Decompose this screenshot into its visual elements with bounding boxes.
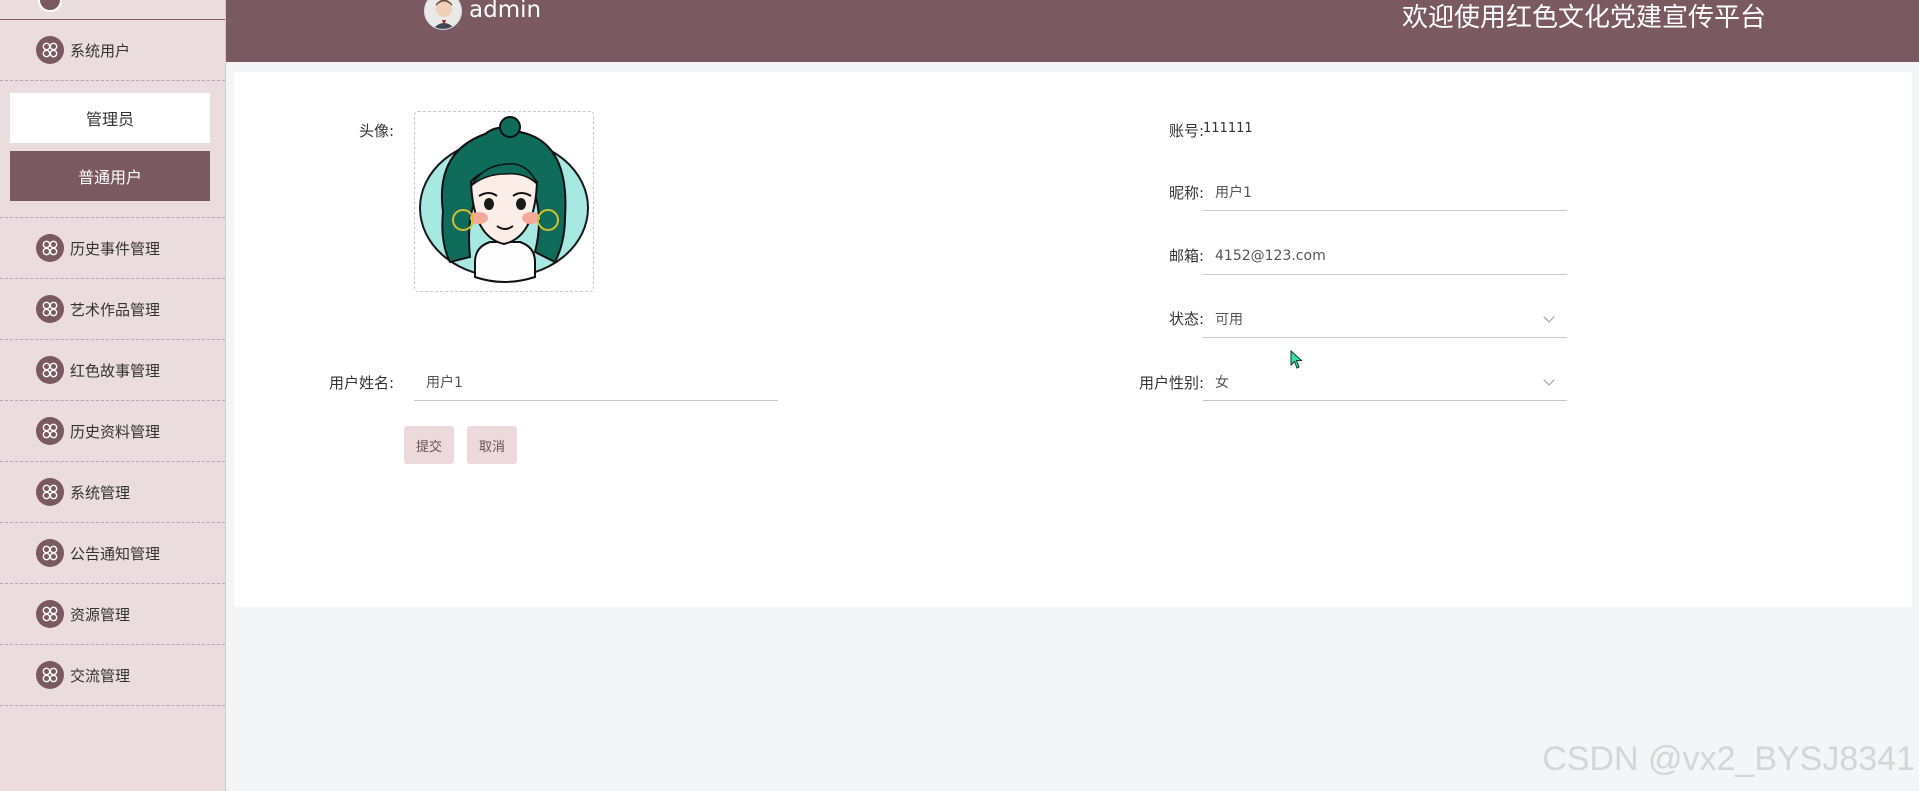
grid-icon [36,600,64,628]
sidebar-subitem-normal-user[interactable]: 普通用户 [10,151,210,201]
sidebar-item-label: 交流管理 [70,666,131,685]
account-label-row: 账号: [1140,120,1204,141]
sidebar-top-edge [0,0,225,20]
sidebar-item-history-events[interactable]: 历史事件管理 [0,218,225,279]
username[interactable]: admin [469,0,541,23]
nickname-value: 用户1 [1215,184,1252,201]
sidebar-item-system-users[interactable]: 系统用户 [0,20,225,81]
sidebar-item-label: 系统管理 [70,483,131,502]
sidebar-item-label: 资源管理 [70,605,131,624]
avatar-label: 头像: [358,122,394,140]
sidebar-item-announcements[interactable]: 公告通知管理 [0,523,225,584]
email-label-row: 邮箱: [1140,245,1204,266]
grid-icon [36,661,64,689]
realname-input[interactable]: 用户1 [414,363,778,401]
grid-icon [36,295,64,323]
email-label: 邮箱: [1168,247,1204,265]
grid-icon [36,539,64,567]
sidebar-item-history-materials[interactable]: 历史资料管理 [0,401,225,462]
status-label-row: 状态: [1140,308,1204,329]
grid-icon [36,36,64,64]
sidebar-item-label: 历史资料管理 [70,422,161,441]
nickname-label: 昵称: [1168,184,1204,202]
gender-row: 女 [1203,363,1567,401]
sidebar-submenu: 管理员 普通用户 [0,81,225,218]
status-select[interactable]: 可用 [1203,300,1567,338]
cancel-button[interactable]: 取消 [467,426,517,464]
email-input[interactable]: 4152@123.com [1203,237,1567,275]
sidebar-item-label: 历史事件管理 [70,239,161,258]
realname-label-row: 用户姓名: [300,372,394,393]
sidebar-item-system-management[interactable]: 系统管理 [0,462,225,523]
sidebar: 系统用户 管理员 普通用户 历史事件管理 艺术作品管理 红色故事管理 历史资料管… [0,0,226,791]
realname-row: 用户1 [414,363,778,401]
grid-icon [36,234,64,262]
top-header: admin 欢迎使用红色文化党建宣传平台 [226,0,1919,62]
account-label: 账号: [1168,122,1204,140]
sidebar-item-label: 红色故事管理 [70,361,161,380]
gender-label: 用户性别: [1138,374,1204,392]
page-title: 欢迎使用红色文化党建宣传平台 [1401,3,1766,33]
sidebar-item-red-stories[interactable]: 红色故事管理 [0,340,225,401]
avatar-upload[interactable] [414,111,594,292]
menu-icon[interactable] [38,0,62,12]
avatar[interactable] [424,0,462,30]
sidebar-item-label: 艺术作品管理 [70,300,161,319]
email-value: 4152@123.com [1215,247,1326,264]
mouse-cursor-icon [1290,349,1304,374]
grid-icon [36,417,64,445]
nickname-label-row: 昵称: [1140,182,1204,203]
sidebar-item-label: 公告通知管理 [70,544,161,563]
chevron-down-icon [1543,373,1555,386]
grid-icon [36,356,64,384]
sidebar-subitem-admin[interactable]: 管理员 [10,93,210,143]
status-label: 状态: [1168,310,1204,328]
watermark: CSDN @vx2_BYSJ8341 [1542,740,1915,778]
gender-label-row: 用户性别: [1090,372,1204,393]
avatar-label-row: 头像: [330,120,394,141]
account-value: 111111 [1203,121,1253,136]
grid-icon [36,478,64,506]
realname-value: 用户1 [426,374,463,391]
sidebar-item-artworks[interactable]: 艺术作品管理 [0,279,225,340]
user-avatar-illustration [419,116,589,283]
sidebar-item-label: 系统用户 [70,41,131,60]
sidebar-item-exchange[interactable]: 交流管理 [0,645,225,706]
account-value-row: 111111 [1203,121,1253,136]
sidebar-item-resources[interactable]: 资源管理 [0,584,225,645]
status-row: 可用 [1203,300,1567,338]
submit-button[interactable]: 提交 [404,426,454,464]
gender-value: 女 [1215,374,1229,391]
nickname-row: 用户1 [1203,173,1567,211]
email-row: 4152@123.com [1203,237,1567,275]
status-value: 可用 [1215,311,1243,328]
realname-label: 用户姓名: [328,374,394,392]
chevron-down-icon [1543,310,1555,323]
nickname-input[interactable]: 用户1 [1203,173,1567,211]
gender-select[interactable]: 女 [1203,363,1567,401]
